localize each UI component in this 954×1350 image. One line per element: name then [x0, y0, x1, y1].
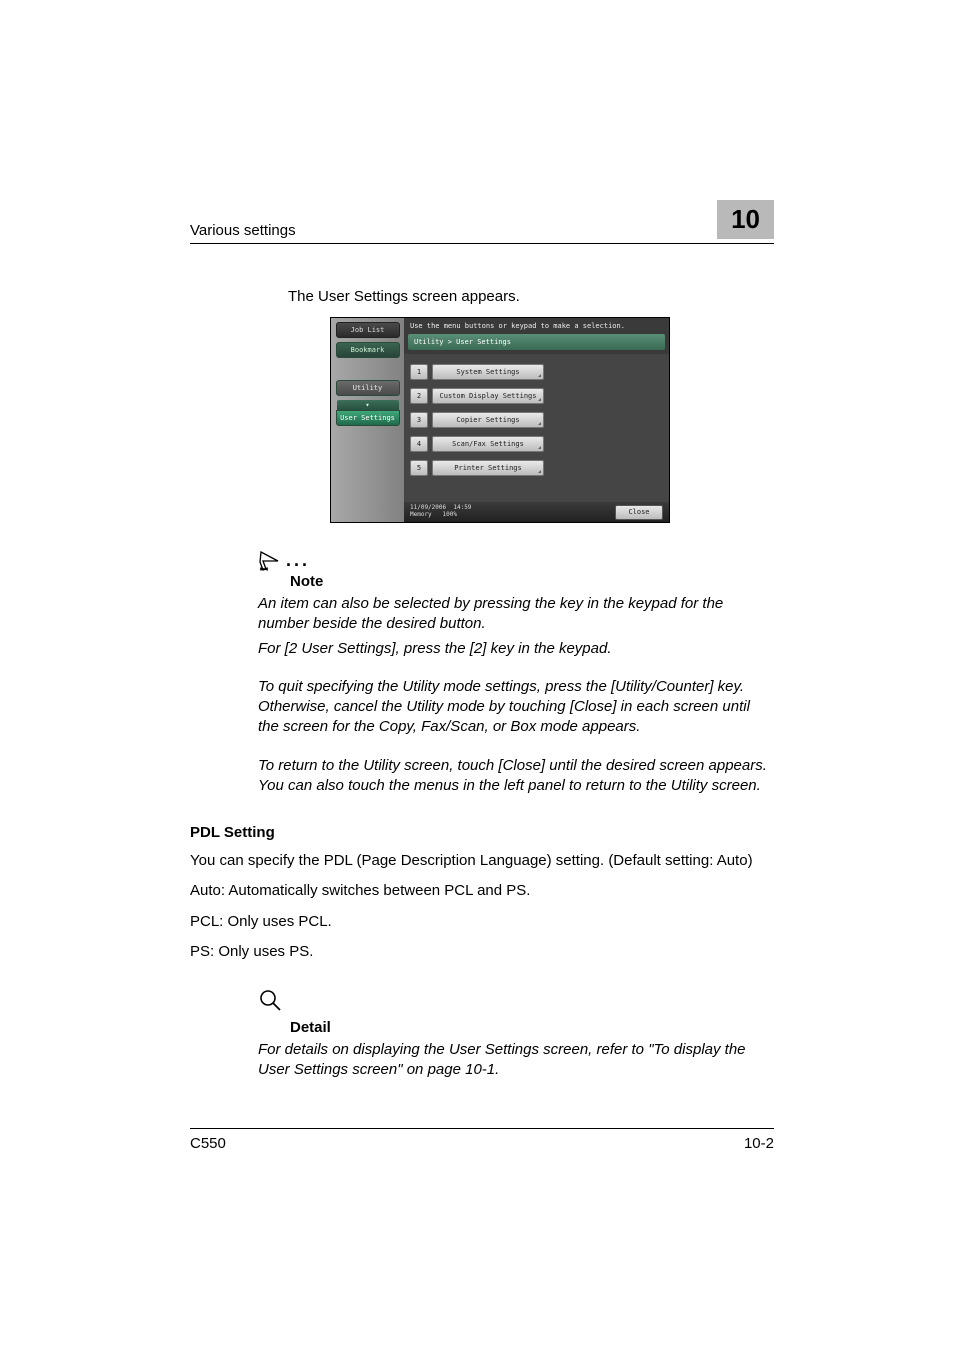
note-paragraph: For [2 User Settings], press the [2] key… — [258, 639, 774, 659]
arrow-down-icon: ▾ — [337, 400, 399, 410]
menu-row: 3Copier Settings — [410, 412, 663, 428]
menu-number: 2 — [410, 388, 428, 404]
body-paragraph: Auto: Automatically switches between PCL… — [190, 881, 774, 901]
note-paragraph: To return to the Utility screen, touch [… — [258, 756, 774, 797]
menu-number: 3 — [410, 412, 428, 428]
menu-button[interactable]: Scan/Fax Settings — [432, 436, 544, 452]
detail-icon — [258, 988, 282, 1012]
menu-row: 5Printer Settings — [410, 460, 663, 476]
menu-row: 1System Settings — [410, 364, 663, 380]
tab-user-settings[interactable]: User Settings — [336, 410, 400, 426]
footer-page-number: 10-2 — [744, 1135, 774, 1152]
menu-number: 5 — [410, 460, 428, 476]
device-screenshot: Job List Bookmark Utility ▾ User Setting… — [330, 317, 670, 523]
menu-button[interactable]: System Settings — [432, 364, 544, 380]
instruction-bar: Use the menu buttons or keypad to make a… — [404, 318, 669, 334]
menu-row: 4Scan/Fax Settings — [410, 436, 663, 452]
tab-utility[interactable]: Utility — [336, 380, 400, 396]
menu-number: 1 — [410, 364, 428, 380]
section-heading: PDL Setting — [190, 824, 774, 841]
close-button[interactable]: Close — [615, 505, 663, 520]
status-footer: 11/09/2006 14:59 Memory 100% — [410, 505, 471, 518]
menu-row: 2Custom Display Settings — [410, 388, 663, 404]
body-paragraph: PCL: Only uses PCL. — [190, 912, 774, 932]
menu-button[interactable]: Printer Settings — [432, 460, 544, 476]
note-paragraph: To quit specifying the Utility mode sett… — [258, 677, 774, 738]
ellipsis-icon: ... — [286, 550, 310, 570]
menu-button[interactable]: Custom Display Settings — [432, 388, 544, 404]
tab-job-list[interactable]: Job List — [336, 322, 400, 338]
running-header: Various settings — [190, 222, 296, 239]
menu-button[interactable]: Copier Settings — [432, 412, 544, 428]
breadcrumb: Utility > User Settings — [408, 334, 665, 350]
detail-heading: Detail — [290, 1019, 774, 1036]
chapter-number-badge: 10 — [717, 200, 774, 239]
body-paragraph: PS: Only uses PS. — [190, 942, 774, 962]
note-icon — [258, 549, 282, 571]
menu-number: 4 — [410, 436, 428, 452]
body-paragraph: You can specify the PDL (Page Descriptio… — [190, 851, 774, 871]
tab-bookmark[interactable]: Bookmark — [336, 342, 400, 358]
intro-text: The User Settings screen appears. — [288, 288, 774, 305]
footer-model: C550 — [190, 1135, 226, 1152]
note-paragraph: An item can also be selected by pressing… — [258, 594, 774, 635]
menu-area: 1System Settings2Custom Display Settings… — [404, 354, 669, 502]
note-heading: Note — [290, 573, 774, 590]
sidebar: Job List Bookmark Utility ▾ User Setting… — [331, 318, 404, 522]
detail-paragraph: For details on displaying the User Setti… — [258, 1040, 774, 1081]
